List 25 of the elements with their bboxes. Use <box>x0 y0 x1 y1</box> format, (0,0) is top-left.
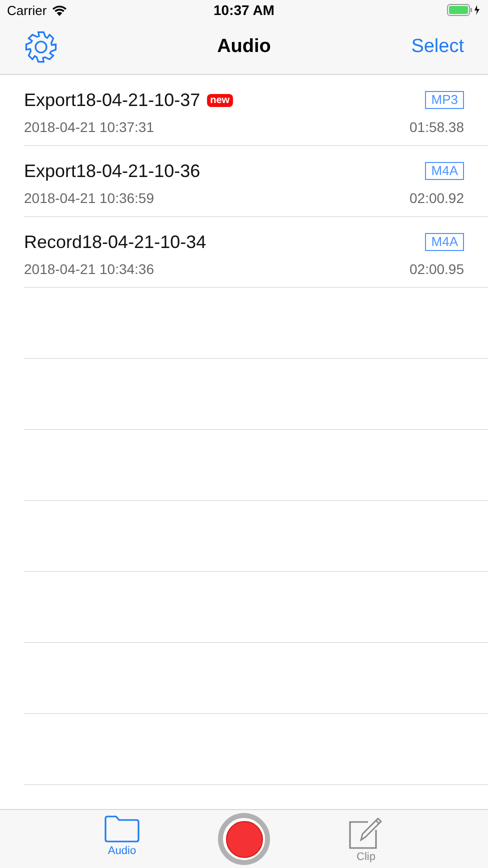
recording-name: Record18-04-21-10-34 <box>24 232 206 252</box>
settings-icon[interactable] <box>24 30 58 64</box>
tab-item[interactable]: Clip <box>305 810 427 868</box>
format-tag: M4A <box>425 162 464 180</box>
recording-name: Export18-04-21-10-37 <box>24 90 200 110</box>
recording-date: 2018-04-21 10:36:59 <box>24 190 154 206</box>
format-tag: MP3 <box>425 91 464 109</box>
recording-name: Export18-04-21-10-36 <box>24 160 200 182</box>
format-tag: M4A <box>425 233 464 251</box>
new-badge: new <box>207 94 233 106</box>
recording-date: 2018-04-21 10:34:36 <box>24 261 154 277</box>
battery-icon <box>447 4 481 16</box>
carrier-name: Carrier <box>7 2 47 18</box>
recording-duration: 01:58.38 <box>410 119 464 135</box>
screen-title: Audio <box>217 36 271 57</box>
edit-icon <box>348 815 384 849</box>
record-button[interactable] <box>218 813 270 865</box>
recording-date: 2018-04-21 10:37:31 <box>24 119 154 135</box>
folder-icon <box>104 815 140 843</box>
recording-duration: 02:00.95 <box>410 261 464 277</box>
recording-duration: 02:00.92 <box>410 190 464 206</box>
wifi-icon <box>52 4 67 16</box>
tab-item[interactable]: Audio <box>61 810 183 868</box>
select-button[interactable]: Select <box>411 36 464 58</box>
status-time: 10:37 AM <box>214 2 274 18</box>
